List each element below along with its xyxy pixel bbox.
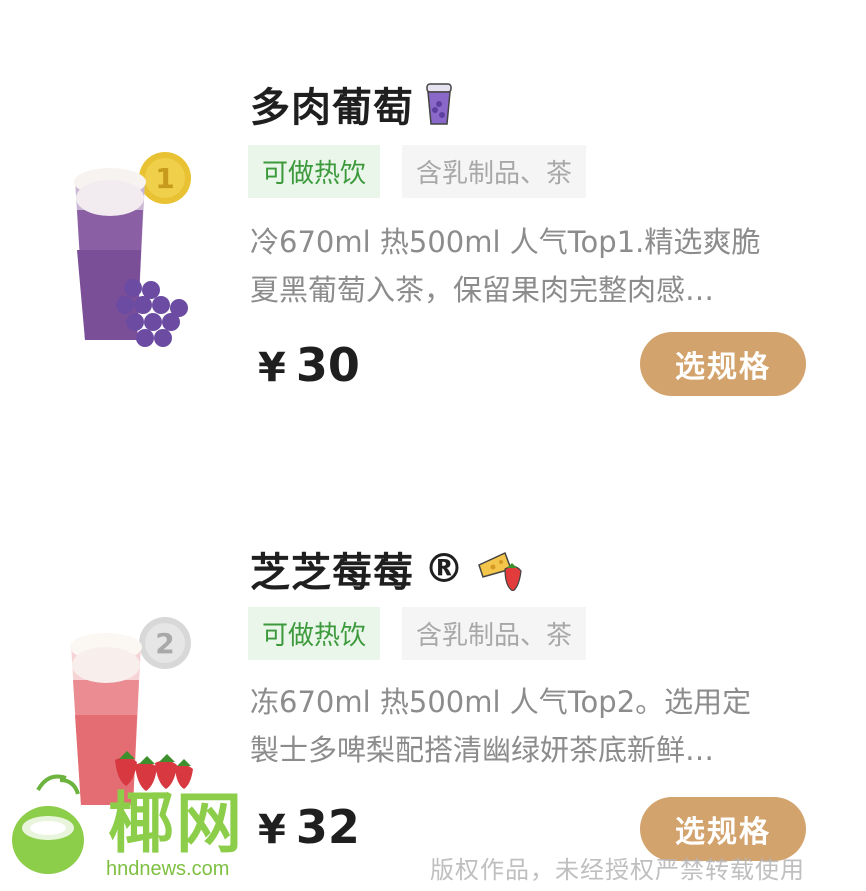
product-tags: 可做热饮 含乳制品、茶 bbox=[248, 607, 587, 660]
product-price: ¥32 bbox=[258, 800, 360, 854]
description-line: 冻670ml 热500ml 人气Top2。选用定 bbox=[250, 685, 752, 719]
product-description: 冻670ml 热500ml 人气Top2。选用定 製士多啤梨配搭清幽绿妍茶底新鲜… bbox=[250, 678, 815, 774]
price-value: 30 bbox=[295, 338, 360, 392]
price-value: 32 bbox=[295, 800, 360, 854]
watermark-url: hndnews.com bbox=[106, 858, 230, 880]
product-name: 多肉葡萄 bbox=[250, 85, 414, 131]
copyright-notice: 版权作品，未经授权严禁转载使用 bbox=[430, 856, 805, 884]
ingredient-tag: 含乳制品、茶 bbox=[402, 145, 587, 198]
product-description: 冷670ml 热500ml 人气Top1.精选爽脆 夏黑葡萄入茶，保留果肉完整肉… bbox=[250, 218, 815, 314]
hot-drink-tag: 可做热饮 bbox=[248, 607, 381, 660]
product-title: 芝芝莓莓 ® bbox=[250, 540, 525, 598]
description-line: 夏黑葡萄入茶，保留果肉完整肉感… bbox=[250, 273, 715, 307]
currency-symbol: ¥ bbox=[258, 807, 286, 853]
grape-drink-image: 1 bbox=[74, 152, 191, 347]
product-price: ¥30 bbox=[258, 338, 360, 392]
ingredient-tag: 含乳制品、茶 bbox=[402, 607, 587, 660]
select-spec-button[interactable]: 选规格 bbox=[640, 332, 806, 396]
site-watermark: 椰网 hndnews.com bbox=[8, 770, 242, 885]
product-card[interactable]: 1 多肉葡萄 可做热饮 含乳制品、茶 冷670ml 热500ml 人气Top1.… bbox=[0, 50, 866, 430]
hot-drink-tag: 可做热饮 bbox=[248, 145, 381, 198]
rank-badge: 2 bbox=[155, 627, 174, 660]
grape-cup-icon bbox=[424, 82, 454, 126]
registered-mark: ® bbox=[424, 546, 465, 592]
watermark-logo-text: 椰网 bbox=[108, 785, 244, 862]
description-line: 製士多啤梨配搭清幽绿妍茶底新鲜… bbox=[250, 733, 715, 767]
currency-symbol: ¥ bbox=[258, 345, 286, 391]
cheese-strawberry-icon bbox=[475, 547, 525, 591]
product-list: 1 多肉葡萄 可做热饮 含乳制品、茶 冷670ml 热500ml 人气Top1.… bbox=[0, 0, 866, 891]
rank-badge: 1 bbox=[155, 162, 174, 195]
product-title: 多肉葡萄 bbox=[250, 75, 454, 133]
product-tags: 可做热饮 含乳制品、茶 bbox=[248, 145, 587, 198]
description-line: 冷670ml 热500ml 人气Top1.精选爽脆 bbox=[250, 225, 761, 259]
coconut-logo-icon bbox=[12, 774, 84, 874]
product-name: 芝芝莓莓 bbox=[250, 550, 414, 596]
